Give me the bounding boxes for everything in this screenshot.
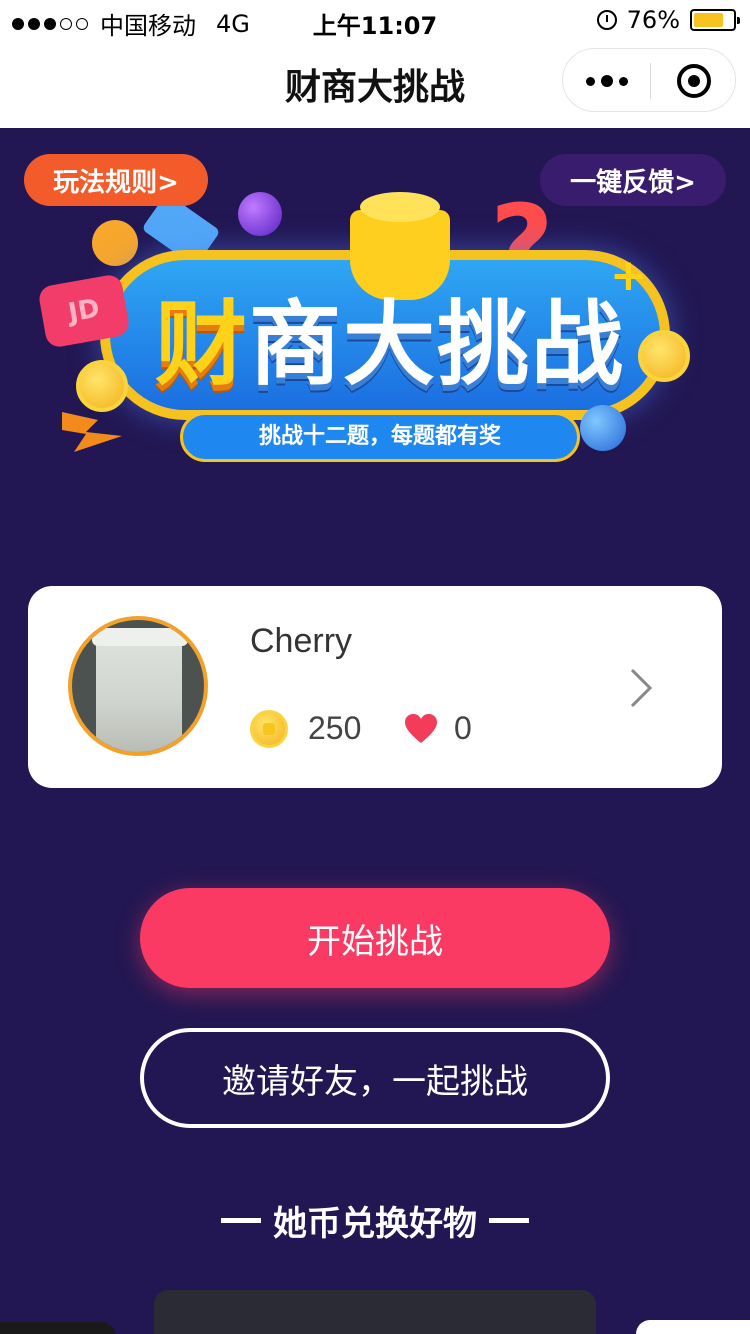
orb-icon — [238, 192, 282, 236]
profile-card[interactable]: Cherry 250 0 — [28, 586, 722, 788]
close-miniprogram-button[interactable] — [651, 49, 737, 113]
more-button[interactable] — [563, 49, 650, 113]
section-dash — [489, 1218, 529, 1223]
banner-title-first: 财 — [154, 291, 249, 398]
lightning-icon — [62, 412, 122, 452]
avatar-photo-cup — [96, 634, 182, 752]
heart-icon — [405, 714, 437, 743]
navigation-bar: 财商大挑战 — [0, 40, 750, 128]
invite-friends-button[interactable]: 邀请好友，一起挑战 — [140, 1028, 610, 1128]
username: Cherry — [250, 622, 353, 660]
coin-count: 250 — [308, 710, 362, 746]
avatar-photo-lid — [92, 628, 188, 646]
status-right: 76% — [596, 6, 740, 34]
miniprogram-capsule — [562, 48, 736, 112]
battery-percent: 76% — [626, 6, 680, 34]
target-icon — [677, 64, 711, 98]
section-title: 她币兑换好物 — [273, 1204, 477, 1244]
start-challenge-button[interactable]: 开始挑战 — [140, 888, 610, 988]
more-dot-icon — [585, 76, 595, 86]
chevron-right-icon[interactable] — [628, 666, 656, 710]
hero-banner: ? + JD 财商大挑战 挑战十二题，每题都有奖 — [37, 180, 710, 480]
alarm-icon — [596, 10, 617, 30]
coin-icon — [250, 710, 288, 748]
heart-count: 0 — [454, 710, 472, 746]
banner-subtitle: 挑战十二题，每题都有奖 — [180, 412, 580, 462]
more-dot-icon — [618, 76, 628, 86]
banner-title-rest: 商大挑战 — [249, 291, 626, 398]
coin-icon — [76, 360, 128, 412]
product-card[interactable] — [0, 1322, 116, 1334]
chat-bubble-icon — [92, 220, 138, 266]
product-card[interactable] — [154, 1290, 596, 1334]
more-dot-icon — [600, 75, 613, 87]
avatar — [68, 616, 208, 756]
section-header: 她币兑换好物 — [0, 1196, 750, 1245]
battery-icon — [690, 9, 740, 31]
battery-fill — [694, 13, 723, 27]
section-dash — [221, 1218, 261, 1223]
product-card[interactable] — [636, 1320, 750, 1334]
status-bar: 中国移动 4G 上午11:07 76% — [0, 0, 750, 40]
feedback-button[interactable]: 一键反馈> — [540, 154, 726, 206]
rules-button[interactable]: 玩法规则> — [24, 154, 208, 206]
banner-title: 财商大挑战 — [130, 270, 650, 403]
planet-icon — [580, 405, 626, 451]
